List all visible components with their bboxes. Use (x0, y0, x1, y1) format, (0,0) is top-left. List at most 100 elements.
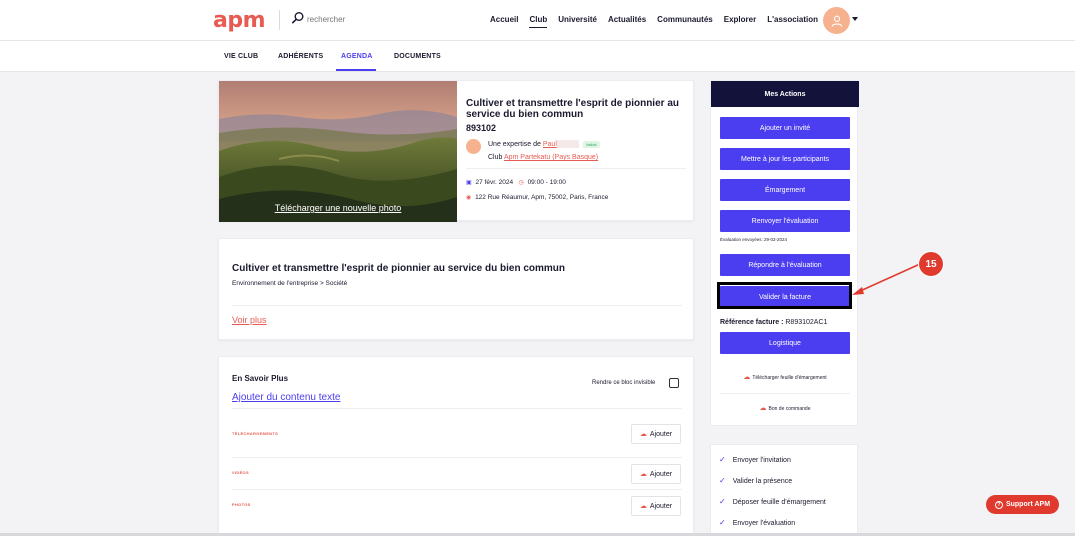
actions-title: Mes Actions (711, 81, 859, 107)
event-photo[interactable]: Télécharger une nouvelle photo (219, 81, 457, 222)
redacted-name (556, 140, 579, 148)
validated-badge: Validé (582, 140, 600, 148)
support-button[interactable]: ? Support APM (986, 495, 1059, 514)
actions-panel: Mes Actions Ajouter un invité Mettre à j… (710, 80, 859, 426)
checklist-item: ✓ Envoyer l'évaluation (719, 518, 795, 527)
landscape-image (219, 81, 457, 222)
invoice-reference: Référence facture : R893102AC1 (720, 319, 827, 326)
sub-tabs: VIE CLUB ADHÉRENTS AGENDA DOCUMENTS (0, 41, 1075, 72)
add-video-button[interactable]: ☁ Ajouter (631, 464, 681, 484)
add-download-label: Ajouter (649, 430, 673, 438)
add-video-label: Ajouter (649, 470, 673, 478)
divider (466, 168, 686, 169)
divider (232, 408, 682, 409)
expert-line: Une expertise de Paul Validé (488, 140, 600, 148)
event-time: 09:00 - 19:00 (527, 179, 566, 186)
purchase-order-link[interactable]: ☁ Bon de commande (711, 404, 859, 412)
nav-actualites[interactable]: Actualités (608, 15, 646, 28)
divider (232, 305, 682, 306)
invisible-toggle-label: Rendre ce bloc invisible (592, 380, 656, 386)
check-icon: ✓ (719, 455, 726, 464)
calendar-icon: ▣ (466, 180, 472, 186)
expert-avatar (466, 139, 481, 154)
invoice-ref-label: Référence facture : (720, 319, 784, 326)
step-marker: 15 (919, 252, 943, 276)
checklist-label: Valider la présence (732, 478, 793, 485)
user-avatar[interactable] (823, 7, 850, 34)
chevron-down-icon[interactable] (852, 17, 858, 21)
photos-label: PHOTOS (232, 502, 251, 507)
expert-prefix: Une expertise de (488, 140, 541, 148)
progress-checklist: ✓ Envoyer l'invitation ✓ Valider la présen… (710, 444, 858, 536)
help-icon: ? (994, 500, 1003, 509)
upload-photo-link[interactable]: Télécharger une nouvelle photo (219, 203, 457, 213)
add-download-button[interactable]: ☁ Ajouter (631, 424, 681, 444)
divider (720, 393, 850, 394)
cloud-upload-icon: ☁ (639, 471, 647, 478)
expert-name-link[interactable]: Paul (543, 141, 557, 148)
event-address: 122 Rue Réaumur, Apm, 75002, Paris, Fran… (475, 194, 609, 201)
attendance-sheet-button[interactable]: Émargement (720, 179, 850, 201)
event-datetime: ▣ 27 févr. 2024 ◷ 09:00 - 19:00 (466, 179, 566, 186)
add-text-content-link[interactable]: Ajouter du contenu texte (232, 392, 340, 403)
nav-universite[interactable]: Université (558, 15, 597, 28)
event-date: 27 févr. 2024 (475, 179, 514, 186)
tab-agenda[interactable]: AGENDA (341, 53, 373, 60)
user-icon (831, 15, 842, 27)
cloud-download-icon: ☁ (759, 405, 767, 412)
more-info-title: En Savoir Plus (232, 374, 289, 383)
resend-evaluation-button[interactable]: Renvoyer l'évaluation (720, 210, 850, 232)
event-address-line: ◉ 122 Rue Réaumur, Apm, 75002, Paris, Fr… (466, 194, 608, 201)
club-name-link[interactable]: Apm Partekatu (Pays Basque) (504, 154, 598, 161)
checklist-item: ✓ Déposer feuille d'émargement (719, 497, 826, 506)
description-card: Cultiver et transmettre l'esprit de pion… (218, 238, 694, 340)
check-icon: ✓ (719, 497, 726, 506)
top-header: apm Accueil Club Université Actualités C… (0, 0, 1075, 41)
update-participants-button[interactable]: Mettre à jour les participants (720, 148, 850, 170)
clock-icon: ◷ (518, 180, 524, 186)
support-label: Support APM (1005, 501, 1051, 508)
club-prefix: Club (488, 154, 503, 161)
evaluation-sent-note: Évaluation envoyées: 29-02-2024 (720, 237, 788, 242)
tab-documents[interactable]: DOCUMENTS (394, 53, 441, 60)
more-info-card: En Savoir Plus Rendre ce bloc invisible … (218, 356, 694, 536)
highlight-box (717, 282, 852, 309)
search-input[interactable] (307, 11, 427, 27)
location-pin-icon: ◉ (466, 195, 472, 201)
add-guest-button[interactable]: Ajouter un invité (720, 117, 850, 139)
check-icon: ✓ (719, 518, 726, 527)
downloads-label: TÉLÉCHARGEMENTS (232, 431, 279, 436)
invoice-ref-value: R893102AC1 (785, 319, 828, 326)
arrow-icon (852, 263, 921, 295)
see-more-link[interactable]: Voir plus (232, 315, 267, 325)
nav-explorer[interactable]: Explorer (724, 15, 756, 28)
logistics-button[interactable]: Logistique (720, 332, 850, 354)
nav-communautes[interactable]: Communautés (657, 15, 713, 28)
tab-vie-club[interactable]: VIE CLUB (224, 53, 258, 60)
check-icon: ✓ (719, 476, 726, 485)
checklist-label: Envoyer l'évaluation (732, 520, 796, 527)
checklist-item: ✓ Valider la présence (719, 476, 792, 485)
invisible-checkbox[interactable] (669, 378, 679, 388)
search-icon[interactable] (291, 11, 305, 25)
checklist-label: Déposer feuille d'émargement (732, 499, 826, 506)
event-title: Cultiver et transmettre l'esprit de pion… (466, 98, 679, 120)
apm-logo[interactable]: apm (213, 8, 266, 33)
nav-accueil[interactable]: Accueil (490, 15, 518, 28)
videos-label: VIDÉOS (232, 470, 249, 475)
answer-evaluation-button[interactable]: Répondre à l'évaluation (720, 254, 850, 276)
breadcrumb: Environnement de l'entreprise > Société (232, 280, 348, 287)
download-sheet-label: Télécharger feuille d'émargement (752, 375, 827, 381)
checklist-item: ✓ Envoyer l'invitation (719, 455, 791, 464)
tab-adherents[interactable]: ADHÉRENTS (278, 53, 323, 60)
purchase-order-label: Bon de commande (768, 406, 811, 412)
add-photo-button[interactable]: ☁ Ajouter (631, 496, 681, 516)
event-header-card: Télécharger une nouvelle photo Cultiver … (218, 80, 694, 222)
download-sheet-link[interactable]: ☁ Télécharger feuille d'émargement (711, 373, 859, 381)
nav-association[interactable]: L'association (767, 15, 818, 28)
divider (232, 457, 682, 458)
checklist-label: Envoyer l'invitation (732, 457, 791, 464)
club-line: Club Apm Partekatu (Pays Basque) (488, 154, 598, 161)
add-photo-label: Ajouter (649, 502, 673, 510)
nav-club[interactable]: Club (529, 15, 548, 28)
